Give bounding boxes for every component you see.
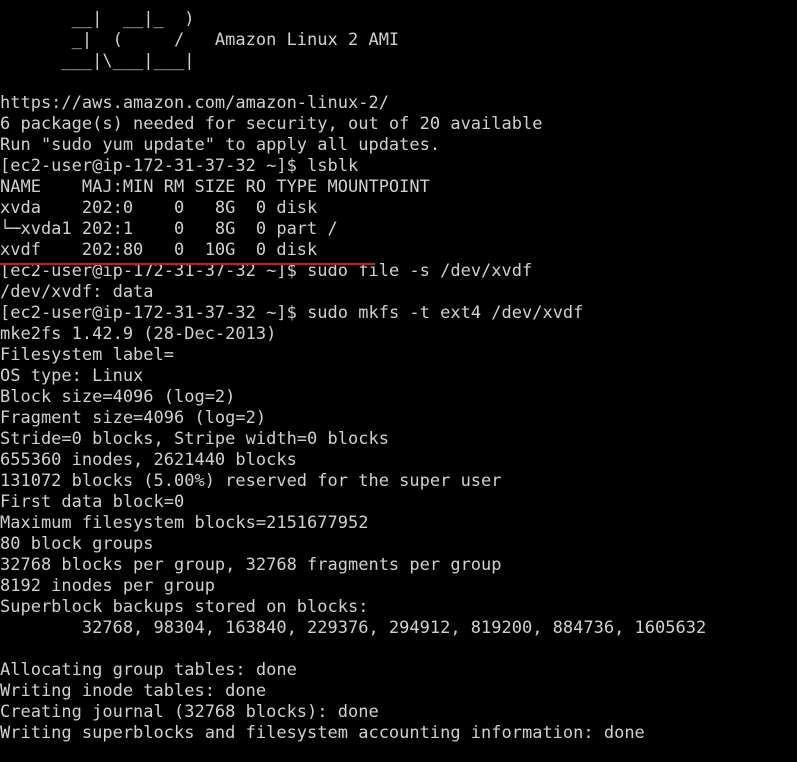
output-line: Superblock backups stored on blocks: (0, 597, 369, 617)
command-text: sudo mkfs -t ext4 /dev/xvdf (307, 303, 584, 323)
shell-prompt: [ec2-user@ip-172-31-37-32 ~]$ (0, 303, 297, 323)
output-line: Writing inode tables: done (0, 681, 267, 701)
output-line: 655360 inodes, 2621440 blocks (0, 450, 297, 470)
output-line: 8192 inodes per group (0, 576, 215, 596)
motd: https://aws.amazon.com/amazon-linux-2/ 6… (0, 93, 797, 156)
motd-line: https://aws.amazon.com/amazon-linux-2/ (0, 93, 389, 113)
lsblk-header-row: NAME MAJ:MIN RM SIZE RO TYPE MOUNTPOINT (0, 177, 430, 197)
output-line: Maximum filesystem blocks=2151677952 (0, 513, 369, 533)
output-line: OS type: Linux (0, 366, 144, 386)
red-underline-annotation (0, 263, 374, 265)
banner-line: _| ( / Amazon Linux 2 AMI (0, 30, 400, 50)
output-line: Creating journal (32768 blocks): done (0, 702, 379, 722)
command-line: [ec2-user@ip-172-31-37-32 ~]$ lsblk (0, 156, 797, 177)
lsblk-row: └─xvda1 202:1 0 8G 0 part / (0, 219, 338, 239)
output-line: 32768 blocks per group, 32768 fragments … (0, 555, 502, 575)
output-line: Filesystem label= (0, 345, 174, 365)
lsblk-row: xvda 202:0 0 8G 0 disk (0, 198, 318, 218)
output-line: 80 block groups (0, 534, 154, 554)
output-line: Stride=0 blocks, Stripe width=0 blocks (0, 429, 389, 449)
output-line: Allocating group tables: done (0, 660, 297, 680)
output-line: /dev/xvdf: data (0, 282, 154, 302)
output-line: Writing superblocks and filesystem accou… (0, 723, 645, 743)
output-line: mke2fs 1.42.9 (28-Dec-2013) (0, 324, 277, 344)
output-line: Fragment size=4096 (log=2) (0, 408, 267, 428)
output-line: 131072 blocks (5.00%) reserved for the s… (0, 471, 502, 491)
ami-banner: __| __|_ ) _| ( / Amazon Linux 2 AMI ___… (0, 9, 797, 72)
banner-line: __| __|_ ) (0, 9, 195, 29)
banner-line: ___|\___|___| (0, 51, 195, 71)
output-line: Block size=4096 (log=2) (0, 387, 236, 407)
shell-prompt: [ec2-user@ip-172-31-37-32 ~]$ (0, 156, 297, 176)
command-line: [ec2-user@ip-172-31-37-32 ~]$ sudo mkfs … (0, 303, 797, 324)
lsblk-row-highlighted: xvdf 202:80 0 10G 0 disk (0, 240, 318, 260)
motd-line: Run "sudo yum update" to apply all updat… (0, 135, 441, 155)
terminal-window[interactable]: __| __|_ ) _| ( / Amazon Linux 2 AMI ___… (0, 0, 797, 762)
motd-line: 6 package(s) needed for security, out of… (0, 114, 543, 134)
output-line: 32768, 98304, 163840, 229376, 294912, 81… (0, 618, 707, 638)
output-line: First data block=0 (0, 492, 185, 512)
command-text: lsblk (307, 156, 359, 176)
